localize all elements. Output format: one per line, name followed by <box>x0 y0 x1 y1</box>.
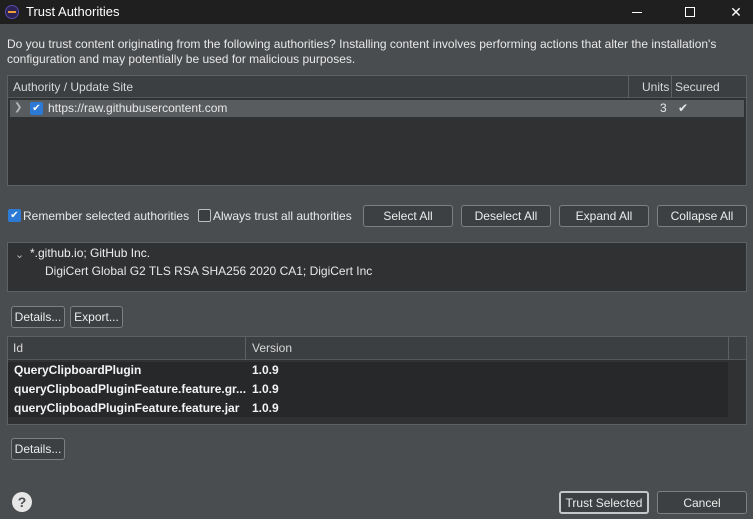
units-table[interactable]: Id Version QueryClipboardPlugin 1.0.9 qu… <box>7 336 747 425</box>
help-icon[interactable]: ? <box>12 492 32 512</box>
authority-row[interactable]: ❯ ✔ https://raw.githubusercontent.com 3 … <box>10 100 744 117</box>
always-trust-label[interactable]: Always trust all authorities <box>213 209 352 223</box>
close-button[interactable]: ✕ <box>713 0 753 24</box>
certificate-tree[interactable]: ⌄ *.github.io; GitHub Inc. DigiCert Glob… <box>7 242 747 292</box>
secured-icon: ✔ <box>678 101 689 115</box>
unit-version: 1.0.9 <box>252 363 279 377</box>
column-divider <box>628 76 629 98</box>
authority-units: 3 <box>660 101 667 115</box>
column-authority[interactable]: Authority / Update Site <box>13 80 133 94</box>
close-icon: ✕ <box>730 3 742 20</box>
remember-label[interactable]: Remember selected authorities <box>23 209 189 223</box>
authority-table[interactable]: Authority / Update Site Units Secured ❯ … <box>7 75 747 186</box>
authority-checkbox[interactable]: ✔ <box>30 102 43 115</box>
minimize-icon <box>632 11 642 13</box>
chevron-down-icon[interactable]: ⌄ <box>15 248 24 261</box>
table-row[interactable]: QueryClipboardPlugin <box>14 363 141 377</box>
column-id[interactable]: Id <box>13 341 23 355</box>
column-secured[interactable]: Secured <box>675 80 720 94</box>
maximize-icon <box>685 7 695 17</box>
intro-text: Do you trust content originating from th… <box>7 37 717 66</box>
export-button[interactable]: Export... <box>70 306 123 328</box>
authority-table-header: Authority / Update Site Units Secured <box>8 76 746 98</box>
checkmark-icon: ✔ <box>10 210 19 221</box>
units-table-header: Id Version <box>8 337 746 360</box>
deselect-all-button[interactable]: Deselect All <box>461 205 551 227</box>
column-divider <box>728 337 729 360</box>
details-button[interactable]: Details... <box>11 306 65 328</box>
minimize-button[interactable] <box>614 0 660 24</box>
column-divider <box>245 337 246 360</box>
unit-version: 1.0.9 <box>252 401 279 415</box>
column-divider <box>671 76 672 98</box>
unit-id: queryClipboadPluginFeature.feature.jar <box>14 401 240 415</box>
unit-id: queryClipboadPluginFeature.feature.gr... <box>14 382 247 396</box>
certificate-root[interactable]: *.github.io; GitHub Inc. <box>30 246 150 260</box>
column-version[interactable]: Version <box>252 341 292 355</box>
table-row[interactable]: queryClipboadPluginFeature.feature.jar <box>14 401 239 415</box>
unit-version: 1.0.9 <box>252 382 279 396</box>
details-button-2[interactable]: Details... <box>11 438 65 460</box>
collapse-all-button[interactable]: Collapse All <box>657 205 747 227</box>
column-units[interactable]: Units <box>642 80 669 94</box>
cancel-button[interactable]: Cancel <box>657 491 747 514</box>
expand-all-button[interactable]: Expand All <box>559 205 649 227</box>
authority-site: https://raw.githubusercontent.com <box>48 101 228 115</box>
chevron-right-icon[interactable]: ❯ <box>14 102 22 113</box>
remember-checkbox[interactable]: ✔ <box>8 209 21 222</box>
checkmark-icon: ✔ <box>32 103 41 114</box>
select-all-button[interactable]: Select All <box>363 205 453 227</box>
table-row[interactable]: queryClipboadPluginFeature.feature.gr... <box>14 382 246 396</box>
maximize-button[interactable] <box>667 0 713 24</box>
trust-selected-button[interactable]: Trust Selected <box>559 491 649 514</box>
always-trust-checkbox[interactable] <box>198 209 211 222</box>
unit-id: QueryClipboardPlugin <box>14 363 142 377</box>
certificate-child[interactable]: DigiCert Global G2 TLS RSA SHA256 2020 C… <box>45 264 372 278</box>
title-bar: Trust Authorities ✕ <box>0 0 753 24</box>
app-icon <box>5 5 19 19</box>
window-title: Trust Authorities <box>26 4 120 19</box>
